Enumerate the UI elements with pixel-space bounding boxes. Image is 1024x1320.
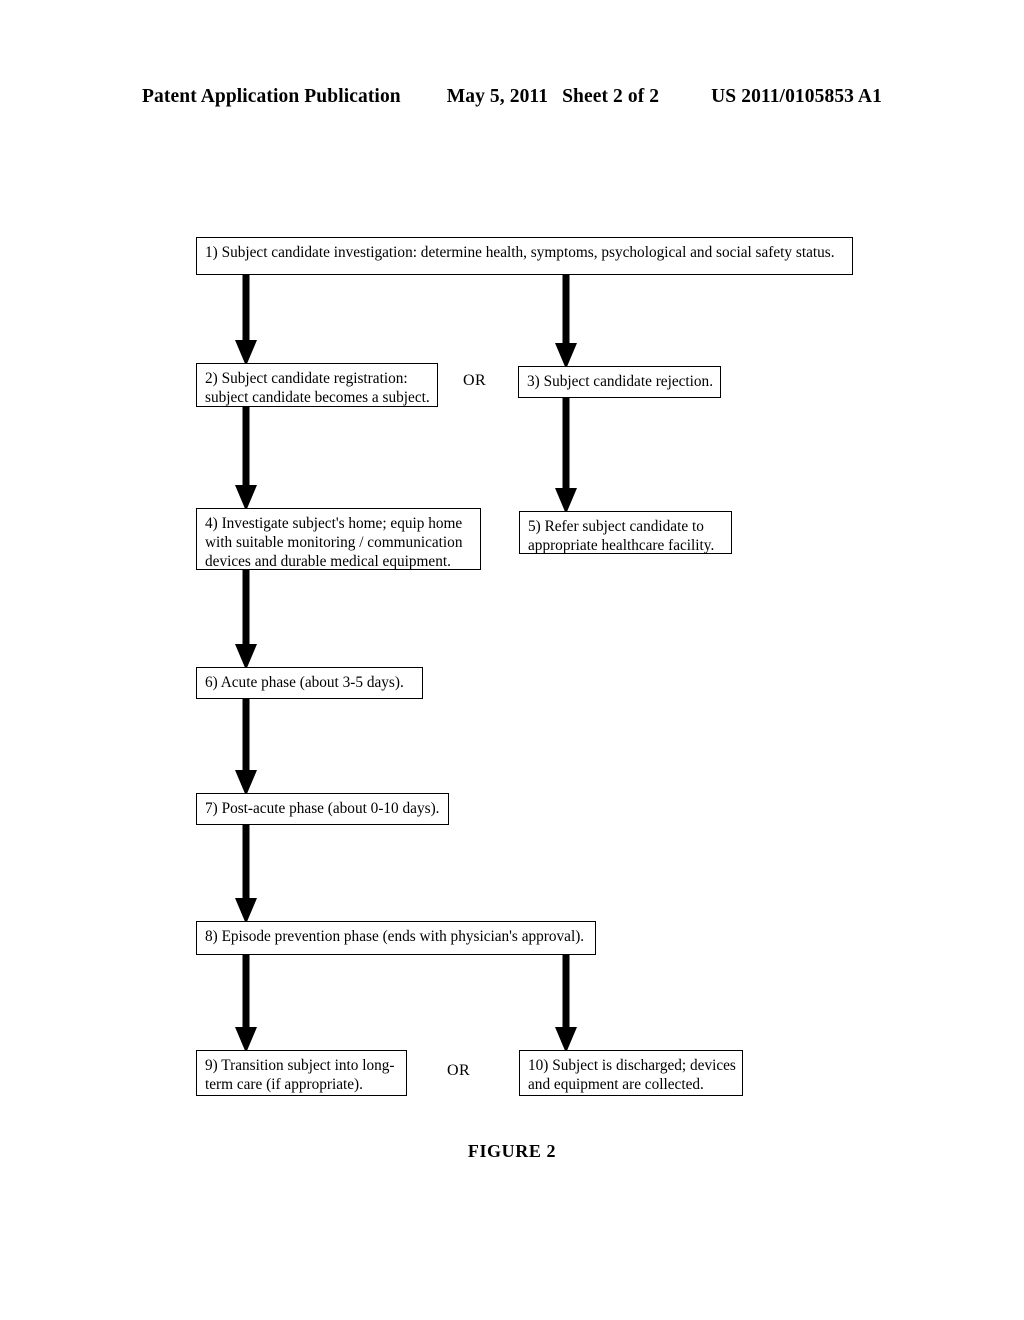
node-8-label: 8) Episode prevention phase (ends with p… [205,928,585,945]
flowchart-node-4: 4) Investigate subject's home; equip hom… [196,508,481,570]
arrow-shaft [562,274,570,343]
arrow-shaft [242,569,250,644]
node-1-label: 1) Subject candidate investigation: dete… [205,244,835,261]
node-10-label: 10) Subject is discharged; devices and e… [528,1057,736,1093]
node-6-label: 6) Acute phase (about 3-5 days). [205,674,404,691]
flowchart-node-10: 10) Subject is discharged; devices and e… [519,1050,743,1096]
flowchart-node-8: 8) Episode prevention phase (ends with p… [196,921,596,955]
flowchart-node-3: 3) Subject candidate rejection. [518,366,721,398]
arrow-node8-to-node10 [552,954,580,1053]
arrow-node7-to-node8 [232,824,260,924]
or-label-top: OR [463,372,487,389]
arrow-node3-to-node5 [552,397,580,514]
arrow-shaft [242,406,250,485]
flowchart-node-7: 7) Post-acute phase (about 0-10 days). [196,793,449,825]
flowchart-node-5: 5) Refer subject candidate to appropriat… [519,511,732,554]
or-label-bottom: OR [447,1062,471,1079]
arrow-shaft [242,698,250,770]
flowchart-node-1: 1) Subject candidate investigation: dete… [196,237,853,275]
figure-caption: FIGURE 2 [467,1141,557,1161]
arrow-node4-to-node6 [232,569,260,670]
arrow-shaft [562,954,570,1027]
arrow-node6-to-node7 [232,698,260,796]
node-5-label: 5) Refer subject candidate to appropriat… [528,518,715,554]
arrow-shaft [242,954,250,1027]
arrow-node1-to-node2 [232,274,260,366]
arrow-node2-to-node4 [232,406,260,511]
flowchart-node-6: 6) Acute phase (about 3-5 days). [196,667,423,699]
node-4-label: 4) Investigate subject's home; equip hom… [205,515,463,570]
arrow-node8-to-node9 [232,954,260,1053]
flowchart-node-9: 9) Transition subject into long-term car… [196,1050,407,1096]
node-2-label: 2) Subject candidate registration: subje… [205,370,430,406]
arrow-node1-to-node3 [552,274,580,369]
arrow-shaft [242,274,250,340]
node-9-label: 9) Transition subject into long-term car… [205,1057,395,1093]
node-3-label: 3) Subject candidate rejection. [527,373,714,390]
node-7-label: 7) Post-acute phase (about 0-10 days). [205,800,440,817]
arrow-shaft [562,397,570,488]
flowchart-diagram: 1) Subject candidate investigation: dete… [0,0,1024,1320]
arrow-shaft [242,824,250,898]
flowchart-node-2: 2) Subject candidate registration: subje… [196,363,438,407]
